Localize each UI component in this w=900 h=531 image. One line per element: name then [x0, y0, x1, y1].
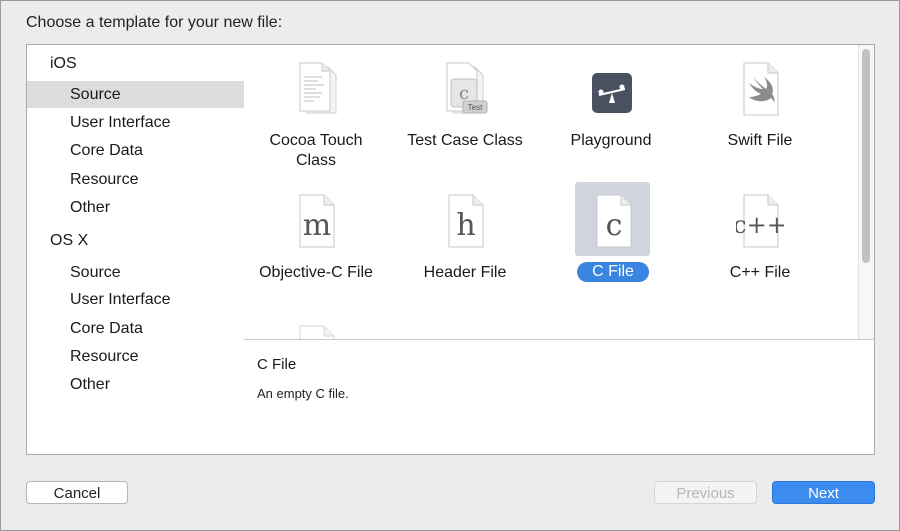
grid-scrollbar[interactable]	[858, 45, 874, 340]
template-label: Swift File	[727, 132, 793, 149]
sidebar-item-ios-other[interactable]: Other	[27, 194, 244, 221]
detail-title: C File	[257, 356, 297, 373]
test-case-class-icon: c Test	[446, 62, 488, 114]
sidebar-item-osx-resource[interactable]: Resource	[27, 343, 244, 370]
sidebar-item-ios-resource[interactable]: Resource	[27, 166, 244, 193]
dialog-heading: Choose a template for your new file:	[26, 14, 283, 31]
previous-button[interactable]: Previous	[654, 481, 757, 504]
c-file-selected-label[interactable]: C File	[577, 262, 649, 282]
sidebar-item-ios-core-data[interactable]: Core Data	[27, 137, 244, 164]
swift-file-icon	[743, 62, 779, 116]
template-label: Header File	[423, 264, 507, 281]
sidebar-item-ios-user-interface[interactable]: User Interface	[27, 109, 244, 136]
detail-description: An empty C file.	[257, 386, 349, 401]
scrollbar-thumb[interactable]	[862, 49, 870, 263]
cancel-button[interactable]: Cancel	[26, 481, 128, 504]
sidebar-group-osx[interactable]: OS X	[27, 227, 244, 254]
template-grid: Cocoa Touch Class c Test Test Case Class …	[244, 44, 875, 341]
cpp-file-icon: c++	[736, 194, 784, 248]
template-playground[interactable]: Playground	[536, 45, 686, 170]
template-cpp-file[interactable]: c++ C++ File	[685, 177, 835, 302]
sidebar-item-osx-user-interface[interactable]: User Interface	[27, 286, 244, 313]
sidebar-item-osx-core-data[interactable]: Core Data	[27, 315, 244, 342]
header-file-icon: h	[448, 194, 484, 248]
sidebar-item-ios-source[interactable]: Source	[27, 81, 244, 108]
template-swift-file[interactable]: Swift File	[685, 45, 835, 170]
template-header-file[interactable]: h Header File	[390, 177, 540, 302]
svg-text:h: h	[456, 208, 475, 243]
c-file-icon: c	[596, 194, 632, 248]
objective-c-file-icon: m	[299, 194, 335, 248]
svg-text:Test: Test	[468, 103, 483, 112]
svg-text:c++: c++	[736, 211, 784, 239]
template-cocoa-touch-class[interactable]: Cocoa Touch Class	[244, 45, 391, 170]
template-label: Objective-C File	[259, 264, 373, 281]
template-test-case-class[interactable]: c Test Test Case Class	[390, 45, 540, 170]
template-label: Test Case Class	[407, 132, 523, 149]
sidebar-group-ios[interactable]: iOS	[27, 50, 244, 77]
template-category-sidebar: iOS Source User Interface Core Data Reso…	[26, 44, 245, 455]
template-label: Cocoa Touch Class	[269, 132, 363, 169]
sidebar-item-osx-source[interactable]: Source	[27, 259, 244, 286]
template-label: C++ File	[729, 264, 791, 281]
template-label: Playground	[570, 132, 652, 149]
next-button[interactable]: Next	[772, 481, 875, 504]
cocoa-touch-class-icon	[299, 62, 337, 114]
playground-icon	[592, 73, 632, 113]
sidebar-item-osx-other[interactable]: Other	[27, 371, 244, 398]
template-detail-pane: C File An empty C file.	[244, 339, 875, 455]
template-partial-row[interactable]	[244, 308, 391, 340]
svg-text:m: m	[303, 208, 331, 243]
svg-text:c: c	[606, 208, 623, 243]
template-c-file[interactable]: c	[538, 177, 688, 302]
template-objective-c-file[interactable]: m Objective-C File	[244, 177, 391, 302]
